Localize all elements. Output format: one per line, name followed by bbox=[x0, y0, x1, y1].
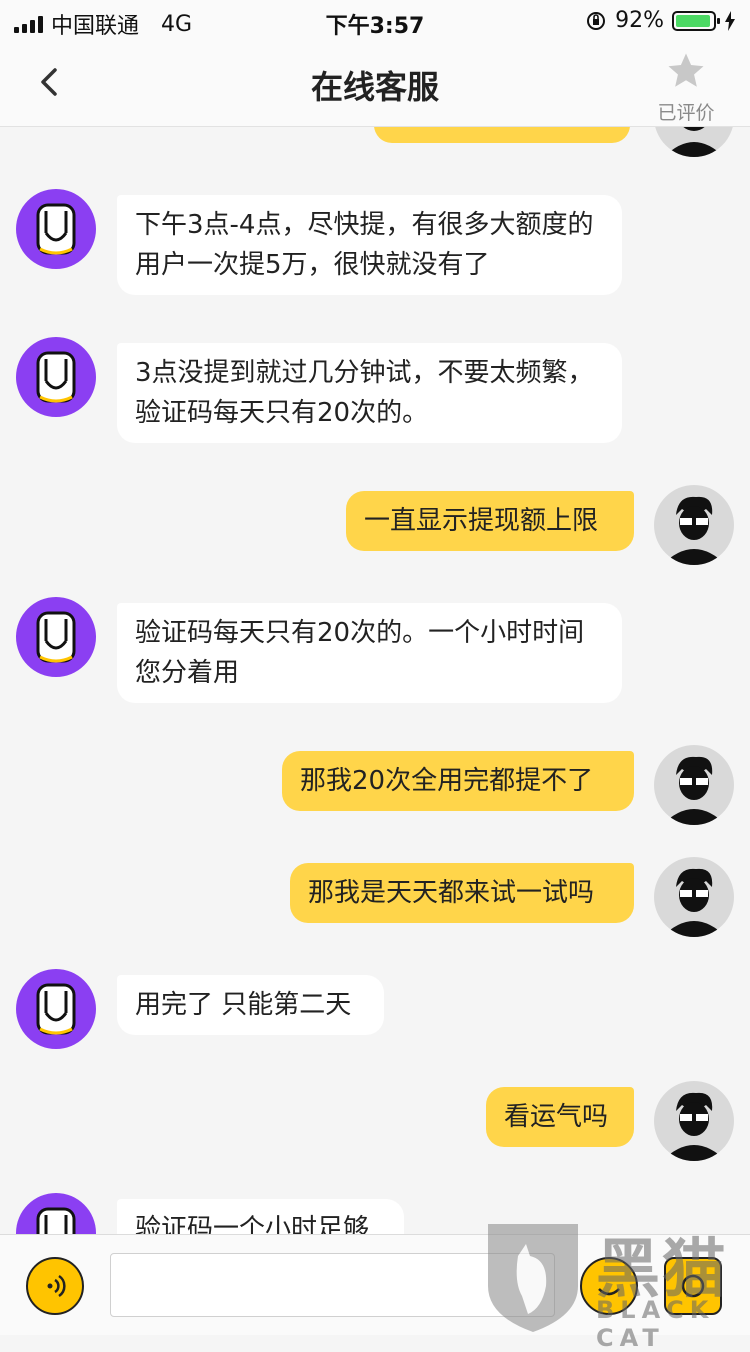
user-avatar bbox=[654, 127, 734, 157]
agent-avatar bbox=[16, 969, 96, 1049]
message-agent: 验证码一个小时足够 bbox=[0, 1193, 750, 1234]
message-bubble: 一直显示提现额上限 bbox=[346, 491, 634, 551]
agent-avatar bbox=[16, 337, 96, 417]
rate-button[interactable]: 已评价 bbox=[654, 50, 718, 125]
message-bubble bbox=[374, 127, 630, 143]
rotation-lock-icon bbox=[587, 11, 606, 30]
more-button[interactable] bbox=[664, 1257, 722, 1315]
voice-icon bbox=[47, 1274, 66, 1298]
star-icon bbox=[668, 53, 704, 87]
nav-bar: 在线客服 已评价 bbox=[0, 40, 750, 127]
agent-avatar bbox=[16, 597, 96, 677]
message-bubble: 看运气吗 bbox=[486, 1087, 634, 1147]
message-agent: 下午3点-4点，尽快提，有很多大额度的用户一次提5万，很快就没有了 bbox=[0, 189, 750, 299]
plus-icon bbox=[681, 1274, 705, 1298]
user-avatar bbox=[654, 1081, 734, 1161]
user-avatar bbox=[654, 745, 734, 825]
message-input[interactable] bbox=[110, 1253, 555, 1317]
charging-icon bbox=[725, 10, 735, 31]
battery-percent: 92% bbox=[615, 8, 664, 33]
message-bubble: 下午3点-4点，尽快提，有很多大额度的用户一次提5万，很快就没有了 bbox=[117, 195, 622, 295]
user-avatar bbox=[654, 485, 734, 565]
message-bubble: 验证码一个小时足够 bbox=[117, 1199, 404, 1234]
message-user bbox=[0, 127, 750, 167]
message-agent: 3点没提到就过几分钟试，不要太频繁，验证码每天只有20次的。 bbox=[0, 337, 750, 447]
message-agent: 用完了 只能第二天 bbox=[0, 969, 750, 1049]
user-avatar bbox=[654, 857, 734, 937]
message-user: 看运气吗 bbox=[0, 1081, 750, 1161]
message-bubble: 3点没提到就过几分钟试，不要太频繁，验证码每天只有20次的。 bbox=[117, 343, 622, 443]
battery-icon bbox=[672, 10, 720, 31]
message-user: 那我20次全用完都提不了 bbox=[0, 745, 750, 825]
status-bar: 中国联通 4G 下午3:57 92% bbox=[0, 0, 750, 40]
message-bubble: 那我20次全用完都提不了 bbox=[282, 751, 634, 811]
voice-button[interactable] bbox=[26, 1257, 84, 1315]
message-bubble: 用完了 只能第二天 bbox=[117, 975, 384, 1035]
message-agent: 验证码每天只有20次的。一个小时时间您分着用 bbox=[0, 597, 750, 707]
message-bubble: 验证码每天只有20次的。一个小时时间您分着用 bbox=[117, 603, 622, 703]
agent-avatar bbox=[16, 189, 96, 269]
message-bubble: 那我是天天都来试一试吗 bbox=[290, 863, 634, 923]
agent-avatar bbox=[16, 1193, 96, 1234]
smile-icon bbox=[598, 1288, 620, 1296]
page-title: 在线客服 bbox=[310, 68, 439, 106]
status-right: 92% bbox=[585, 8, 736, 33]
emoji-button[interactable] bbox=[580, 1257, 638, 1315]
rate-label: 已评价 bbox=[657, 102, 715, 124]
message-user: 一直显示提现额上限 bbox=[0, 485, 750, 565]
chat-list[interactable]: 下午3点-4点，尽快提，有很多大额度的用户一次提5万，很快就没有了 3点没提到就… bbox=[0, 127, 750, 1234]
input-bar bbox=[0, 1234, 750, 1335]
message-user: 那我是天天都来试一试吗 bbox=[0, 857, 750, 937]
